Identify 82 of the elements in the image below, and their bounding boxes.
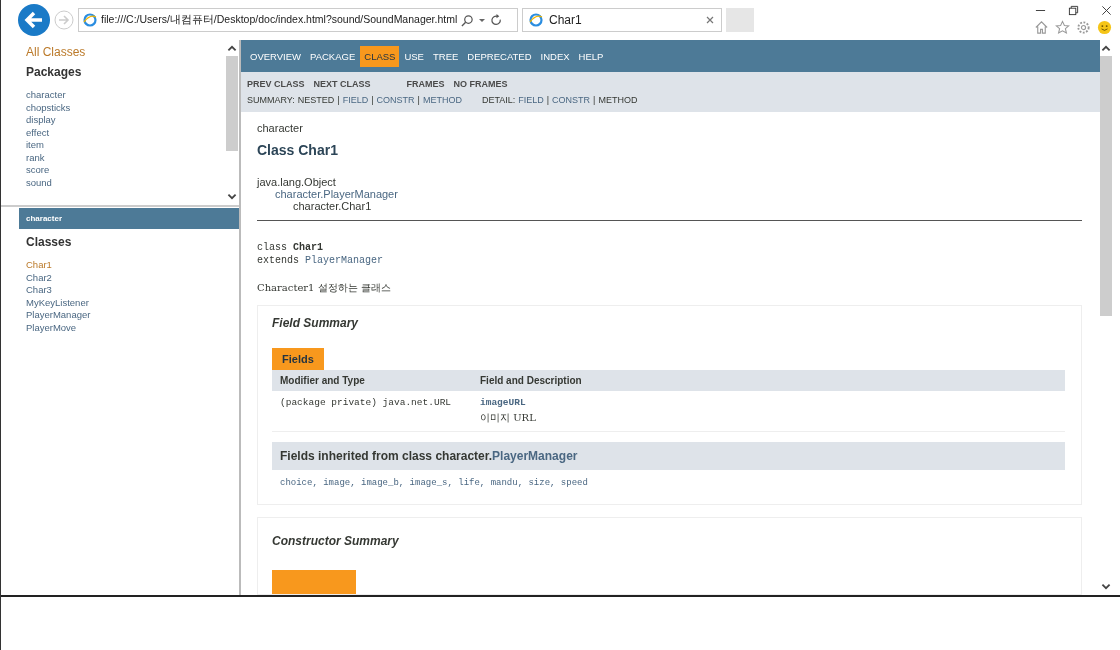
nav-item[interactable]: CLASS xyxy=(360,45,400,67)
separator: | xyxy=(417,95,420,105)
nav-link[interactable]: NO FRAMES xyxy=(453,79,508,89)
superclass-link[interactable]: PlayerManager xyxy=(305,255,384,266)
class-link[interactable]: MyKeyListener xyxy=(26,296,89,309)
class-link[interactable]: PlayerMove xyxy=(26,321,77,334)
dropdown-icon[interactable] xyxy=(478,16,487,24)
back-button[interactable] xyxy=(18,4,50,36)
url-text: file:///C:/Users/내컴퓨터/Desktop/doc/index.html?sound/SoundManager.html xyxy=(101,13,458,27)
package-link[interactable]: character xyxy=(26,89,66,102)
extends-keyword: extends xyxy=(257,255,299,266)
package-link[interactable]: rank xyxy=(26,151,45,164)
summary-text: NESTED xyxy=(297,95,335,105)
nav-item[interactable]: USE xyxy=(400,45,428,67)
class-description: Character1 설정하는 클래스 xyxy=(257,281,391,295)
class-link[interactable]: PlayerManager xyxy=(492,449,578,463)
search-icon[interactable] xyxy=(461,13,475,27)
star-icon[interactable] xyxy=(1055,20,1070,35)
nav-item[interactable]: DEPRECATED xyxy=(463,45,536,67)
restore-icon[interactable] xyxy=(1068,5,1079,16)
scroll-thumb[interactable] xyxy=(226,56,238,151)
class-keyword: class xyxy=(257,242,287,253)
separator: | xyxy=(593,95,596,105)
separator: | xyxy=(337,95,340,105)
package-link[interactable]: chopsticks xyxy=(26,101,71,114)
fields-tab[interactable]: Fields xyxy=(272,348,324,370)
inherited-heading: Fields inherited from class character. xyxy=(280,449,493,463)
address-bar[interactable]: file:///C:/Users/내컴퓨터/Desktop/doc/index.html?sound/SoundManager.html xyxy=(78,8,518,32)
class-name: Char1 xyxy=(293,242,324,253)
package-link[interactable]: score xyxy=(26,164,50,177)
close-icon[interactable] xyxy=(705,15,715,25)
nav-item[interactable]: HELP xyxy=(574,45,608,67)
field-name-link[interactable]: imageURL xyxy=(480,397,526,408)
summary-link[interactable]: FIELD xyxy=(342,95,369,105)
globe-icon xyxy=(83,13,97,27)
detail-text: METHOD xyxy=(598,95,638,105)
package-name: character xyxy=(257,122,303,134)
inheritance-text: java.lang.Object xyxy=(257,176,336,188)
class-link[interactable]: Char1 xyxy=(26,259,52,272)
package-link[interactable]: sound xyxy=(26,176,52,189)
detail-link[interactable]: CONSTR xyxy=(552,95,591,105)
inheritance-link[interactable]: character.PlayerManager xyxy=(257,188,398,200)
inherited-fields: choice, image, image_b, image_s, life, mandu, size, speed xyxy=(280,478,588,488)
nav-item[interactable]: INDEX xyxy=(536,45,574,67)
section-heading: Field Summary xyxy=(272,316,359,330)
detail-label: DETAIL: xyxy=(481,95,516,105)
package-link[interactable]: effect xyxy=(26,126,50,139)
separator: | xyxy=(371,95,374,105)
nav-item[interactable]: OVERVIEW xyxy=(246,45,306,67)
class-link[interactable]: Char2 xyxy=(26,271,52,284)
smiley-icon[interactable] xyxy=(1097,20,1112,35)
inheritance-text: character.Char1 xyxy=(292,200,372,212)
package-link[interactable]: item xyxy=(26,139,44,152)
packages-heading: Packages xyxy=(26,65,82,79)
summary-link[interactable]: METHOD xyxy=(422,95,462,105)
summary-link[interactable]: CONSTR xyxy=(376,95,415,105)
table-cell-text: (package private) java.net.URL xyxy=(280,397,453,410)
close-icon[interactable] xyxy=(1101,5,1112,16)
all-classes-link[interactable]: All Classes xyxy=(26,45,86,59)
detail-link[interactable]: FIELD xyxy=(518,95,544,105)
class-title: Class Char1 xyxy=(257,142,338,158)
nav-item[interactable]: TREE xyxy=(428,45,463,67)
field-description: 이미지 URL xyxy=(480,411,536,425)
class-link[interactable]: Char3 xyxy=(26,284,52,297)
nav-link[interactable]: NEXT CLASS xyxy=(313,79,371,89)
refresh-icon[interactable] xyxy=(490,13,504,27)
classes-heading: Classes xyxy=(26,235,72,249)
nav-item[interactable]: PACKAGE xyxy=(306,45,360,67)
class-link[interactable]: PlayerManager xyxy=(26,309,91,322)
column-header: Field and Description xyxy=(480,375,583,386)
nav-link[interactable]: PREV CLASS xyxy=(247,79,305,89)
summary-label: SUMMARY: xyxy=(247,95,295,105)
column-header: Modifier and Type xyxy=(280,375,366,386)
nav-link[interactable]: FRAMES xyxy=(406,79,445,89)
scroll-thumb[interactable] xyxy=(1100,56,1112,316)
package-header: character xyxy=(19,208,239,229)
globe-icon xyxy=(529,13,543,27)
separator: | xyxy=(546,95,550,105)
tab-title: Char1 xyxy=(549,13,583,27)
package-link[interactable]: display xyxy=(26,114,56,127)
section-heading: Constructor Summary xyxy=(272,534,399,548)
browser-tab[interactable]: Char1 xyxy=(522,8,722,32)
